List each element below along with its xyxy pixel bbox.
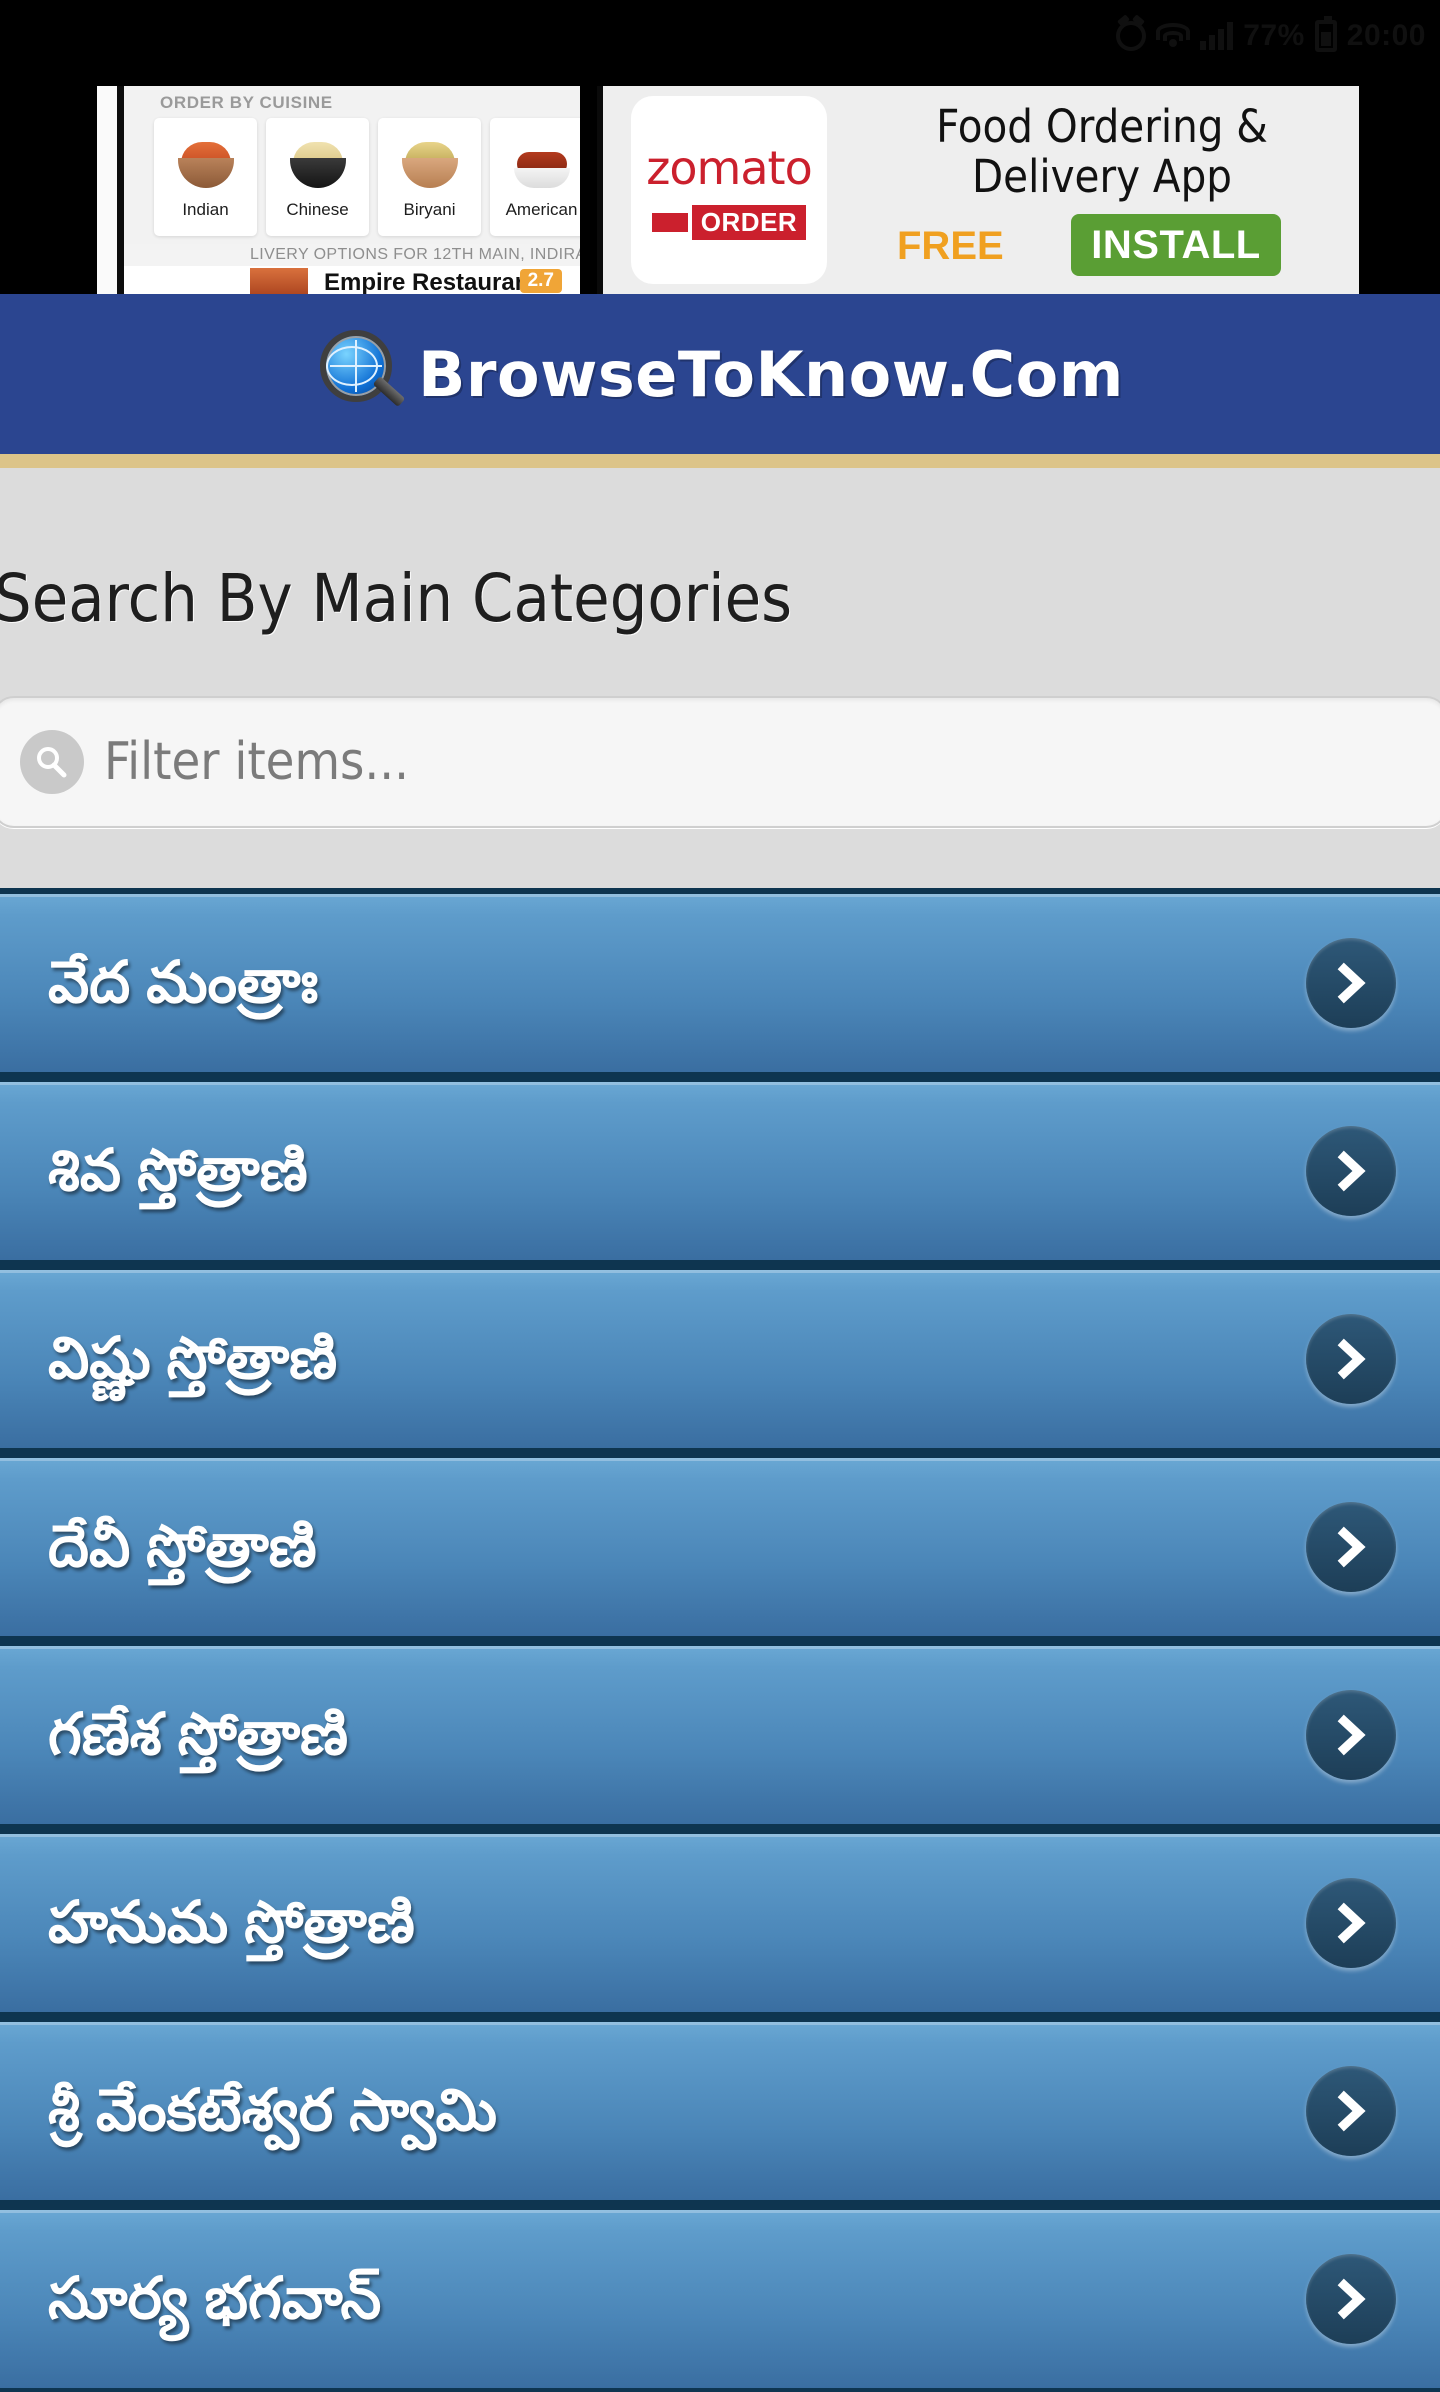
ad-creative-left[interactable]: ORDER BY CUISINE Indian Chinese Biryani [97, 86, 580, 294]
indian-food-icon [170, 128, 242, 194]
alarm-icon [1116, 21, 1147, 51]
zomato-logo: zomato ORDER [631, 96, 827, 284]
cuisine-card[interactable]: American [490, 118, 580, 236]
chevron-right-icon[interactable] [1306, 2254, 1396, 2344]
list-item[interactable]: శ్రీ వేంకటేశ్వర స్వామి [0, 2016, 1440, 2204]
cuisine-label: American [505, 200, 578, 219]
search-icon [20, 730, 84, 794]
category-label: శివ స్తోత్రాణి [48, 1138, 308, 1204]
status-bar: 77% 20:00 [0, 0, 1440, 72]
cuisine-label: Biryani [403, 200, 456, 219]
list-item[interactable]: విష్ణు స్తోత్రాణి [0, 1264, 1440, 1452]
ad-banner[interactable]: ORDER BY CUISINE Indian Chinese Biryani [0, 72, 1440, 294]
restaurant-thumbnail [250, 268, 308, 294]
restaurant-name: Empire Restaurant [324, 269, 538, 294]
install-button[interactable]: INSTALL [1071, 214, 1281, 276]
restaurant-rating-badge: 2.7 [519, 269, 562, 293]
list-item[interactable]: వేద మంత్రాః [0, 888, 1440, 1076]
category-label: దేవీ స్తోత్రాణి [48, 1514, 317, 1580]
battery-percent: 77% [1243, 19, 1305, 52]
list-item[interactable]: దేవీ స్తోత్రాణి [0, 1452, 1440, 1640]
main-content: Search By Main Categories వేద మంత్రాః శి… [0, 468, 1440, 2392]
delivery-options-text: LIVERY OPTIONS FOR 12TH MAIN, INDIRANAGA… [124, 244, 580, 266]
category-label: వేద మంత్రాః [48, 950, 319, 1016]
chevron-right-icon[interactable] [1306, 1126, 1396, 1216]
zomato-order-badge: ORDER [651, 204, 807, 240]
cuisine-card[interactable]: Chinese [266, 118, 369, 236]
speed-lines-icon [651, 212, 688, 232]
restaurant-row[interactable]: Empire Restaurant 2.7 [124, 266, 580, 294]
category-label: విష్ణు స్తోత్రాణి [48, 1326, 338, 1392]
ad-headline: Food Ordering & Delivery App [936, 100, 1268, 204]
ad-creative-right[interactable]: zomato ORDER Food Ordering & Delivery Ap… [597, 86, 1359, 294]
list-item[interactable]: హనుమ స్తోత్రాణి [0, 1828, 1440, 2016]
screen: 77% 20:00 ORDER BY CUISINE Indian Chines… [0, 0, 1440, 2392]
category-label: గణేశ స్తోత్రాణి [48, 1702, 349, 1768]
chevron-right-icon[interactable] [1306, 938, 1396, 1028]
list-item[interactable]: సూర్య భగవాన్ [0, 2204, 1440, 2392]
category-label: సూర్య భగవాన్ [48, 2266, 382, 2332]
search-box[interactable] [0, 696, 1440, 828]
wifi-icon [1156, 23, 1191, 49]
american-food-icon [506, 128, 578, 194]
signal-icon [1200, 22, 1234, 50]
cuisine-card[interactable]: Indian [154, 118, 257, 236]
chevron-right-icon[interactable] [1306, 1502, 1396, 1592]
order-label: ORDER [691, 204, 807, 240]
site-title: BrowseToKnow.Com [418, 337, 1124, 411]
zomato-wordmark: zomato [646, 140, 812, 195]
cuisine-section-label: ORDER BY CUISINE [160, 93, 333, 112]
ad-left-edge [97, 86, 117, 294]
list-item[interactable]: గణేశ స్తోత్రాణి [0, 1640, 1440, 1828]
chevron-right-icon[interactable] [1306, 2066, 1396, 2156]
ad-phone-frame: ORDER BY CUISINE Indian Chinese Biryani [117, 86, 580, 294]
chevron-right-icon[interactable] [1306, 1878, 1396, 1968]
cuisine-card[interactable]: Biryani [378, 118, 481, 236]
accent-divider [0, 454, 1440, 468]
category-label: హనుమ స్తోత్రాణి [48, 1890, 415, 1956]
chinese-food-icon [282, 128, 354, 194]
battery-icon [1314, 16, 1337, 52]
cuisine-card-list: Indian Chinese Biryani American [154, 118, 580, 236]
clock: 20:00 [1346, 19, 1426, 52]
cuisine-label: Indian [182, 200, 229, 219]
cuisine-label: Chinese [286, 200, 349, 219]
page-title: Search By Main Categories [0, 560, 793, 637]
category-list: వేద మంత్రాః శివ స్తోత్రాణి విష్ణు స్తోత్… [0, 888, 1440, 2392]
chevron-right-icon[interactable] [1306, 1690, 1396, 1780]
magnifier-globe-logo-icon [316, 330, 406, 418]
category-label: శ్రీ వేంకటేశ్వర స్వామి [48, 2078, 498, 2144]
site-header: BrowseToKnow.Com [0, 294, 1440, 454]
chevron-right-icon[interactable] [1306, 1314, 1396, 1404]
search-input[interactable] [104, 732, 1420, 792]
filter-bar [0, 690, 1440, 834]
ad-price-label: FREE [897, 224, 1004, 268]
list-item[interactable]: శివ స్తోత్రాణి [0, 1076, 1440, 1264]
biryani-food-icon [394, 128, 466, 194]
